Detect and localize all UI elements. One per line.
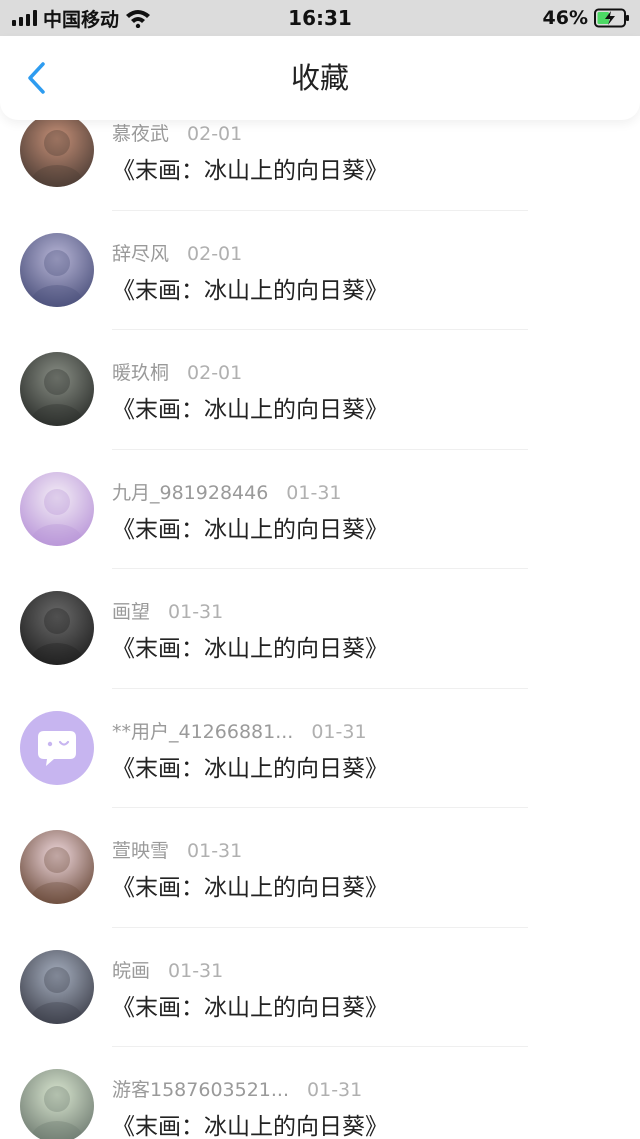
battery-percent: 46% [542, 7, 588, 29]
item-title[interactable]: 《末画：冰山上的向日葵》 [112, 510, 388, 544]
avatar[interactable] [20, 591, 94, 665]
item-date: 01-31 [311, 720, 367, 743]
item-meta: 九月_981928446 01-31 [112, 478, 342, 505]
user-name: 萱映雪 [112, 840, 170, 862]
user-name: 辞尽风 [112, 242, 170, 265]
item-date: 02-01 [187, 123, 243, 145]
item-meta: 皖画 01-31 [112, 956, 223, 983]
avatar[interactable] [20, 1069, 94, 1139]
item-title[interactable]: 《末画：冰山上的向日葵》 [112, 1107, 388, 1139]
signal-strength-icon [12, 10, 37, 26]
avatar[interactable] [20, 949, 94, 1024]
item-meta: 暖玖桐 02-01 [112, 358, 242, 385]
item-date: 01-31 [168, 601, 224, 623]
carrier-name: 中国移动 [43, 8, 120, 31]
item-title[interactable]: 《末画：冰山上的向日葵》 [112, 629, 388, 663]
status-bar: 中国移动 16:31 46% [0, 0, 640, 36]
favorites-list-content: 慕夜武 02-01 《末画：冰山上的向日葵》 辞尽风 02-01 《末画：冰山上的向… [0, 120, 640, 1139]
item-title[interactable]: 《末画：冰山上的向日葵》 [112, 151, 388, 185]
user-name: **用户_41266881... [112, 720, 294, 743]
item-meta: 画望 01-31 [112, 597, 223, 624]
item-title[interactable]: 《末画：冰山上的向日葵》 [112, 868, 388, 902]
avatar[interactable] [20, 232, 94, 307]
user-name: 皖画 [112, 959, 151, 982]
item-meta: 萱映雪 01-31 [112, 836, 242, 863]
wifi-icon [126, 10, 151, 28]
item-title[interactable]: 《末画：冰山上的向日葵》 [112, 749, 388, 783]
item-meta: 游客1587603521... 01-31 [112, 1075, 362, 1102]
avatar[interactable] [20, 120, 94, 187]
item-title[interactable]: 《末画：冰山上的向日葵》 [112, 271, 388, 305]
status-bar-left: 中国移动 [12, 0, 151, 36]
back-button[interactable] [18, 60, 54, 96]
item-date: 02-01 [187, 362, 243, 384]
list-item[interactable]: 画望 01-31 《末画：冰山上的向日葵》 [0, 569, 640, 689]
list-item[interactable]: 九月_981928446 01-31 《末画：冰山上的向日葵》 [0, 450, 640, 569]
favorites-list[interactable]: 慕夜武 02-01 《末画：冰山上的向日葵》 辞尽风 02-01 《末画：冰山上的向… [0, 120, 640, 1139]
item-meta: 辞尽风 02-01 [112, 239, 242, 266]
list-item[interactable]: 皖画 01-31 《末画：冰山上的向日葵》 [0, 928, 640, 1047]
list-item[interactable]: 萱映雪 01-31 《末画：冰山上的向日葵》 [0, 808, 640, 928]
item-meta: 慕夜武 02-01 [112, 120, 242, 146]
list-item[interactable]: 暖玖桐 02-01 《末画：冰山上的向日葵》 [0, 330, 640, 450]
list-item[interactable]: 慕夜武 02-01 《末画：冰山上的向日葵》 [0, 120, 640, 211]
item-date: 02-01 [187, 242, 243, 265]
user-name: 暖玖桐 [112, 362, 170, 384]
avatar[interactable] [20, 471, 94, 546]
item-meta: **用户_41266881... 01-31 [112, 717, 367, 744]
avatar[interactable] [20, 830, 94, 904]
status-bar-right: 46% [543, 0, 630, 36]
nav-bar: 收藏 [0, 36, 640, 120]
user-name: 画望 [112, 601, 151, 623]
list-item[interactable]: **用户_41266881... 01-31 《末画：冰山上的向日葵》 [0, 689, 640, 808]
item-date: 01-31 [168, 959, 224, 982]
page-title: 收藏 [290, 61, 349, 95]
item-date: 01-31 [307, 1079, 363, 1101]
user-name: 游客1587603521... [112, 1079, 290, 1101]
user-name: 九月_981928446 [112, 481, 269, 504]
avatar[interactable] [20, 352, 94, 426]
list-item[interactable]: 辞尽风 02-01 《末画：冰山上的向日葵》 [0, 211, 640, 330]
item-date: 01-31 [286, 481, 342, 504]
list-item[interactable]: 游客1587603521... 01-31 《末画：冰山上的向日葵》 [0, 1047, 640, 1139]
default-avatar-icon[interactable] [20, 710, 94, 785]
item-date: 01-31 [187, 840, 243, 862]
item-title[interactable]: 《末画：冰山上的向日葵》 [112, 988, 388, 1022]
item-title[interactable]: 《末画：冰山上的向日葵》 [112, 390, 388, 424]
user-name: 慕夜武 [112, 123, 170, 145]
battery-charging-icon [594, 8, 629, 28]
chevron-left-icon [28, 62, 45, 94]
